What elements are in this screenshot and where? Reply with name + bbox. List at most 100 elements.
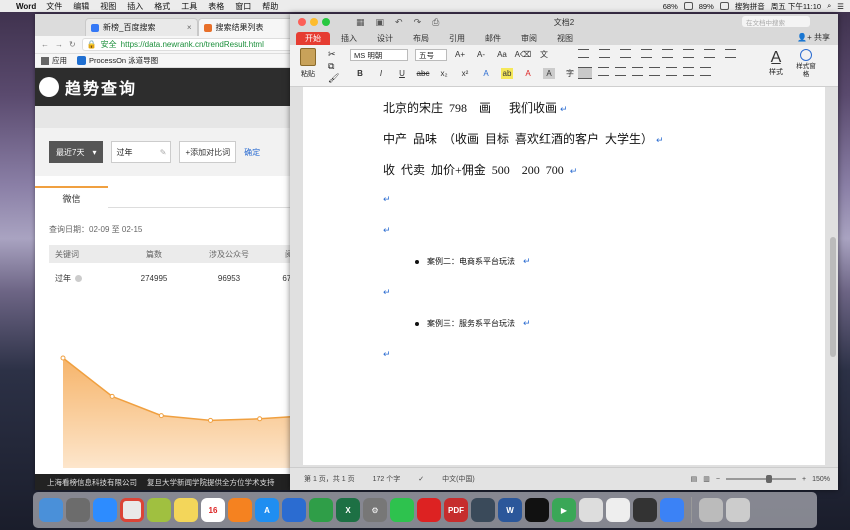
- sort-icon[interactable]: [704, 49, 715, 58]
- char-shading-icon[interactable]: A: [543, 68, 555, 79]
- app-store-icon[interactable]: A: [255, 498, 279, 522]
- format-painter-icon[interactable]: 🖌: [328, 73, 339, 84]
- print-layout-icon[interactable]: ▤: [691, 475, 698, 483]
- strikethrough-icon[interactable]: abc: [417, 68, 430, 79]
- numbering-icon[interactable]: [599, 49, 610, 58]
- doc-line-1[interactable]: 北京的宋庄 798 画 我们收画 ↵: [383, 99, 568, 116]
- finder-icon[interactable]: [39, 498, 63, 522]
- word-count[interactable]: 172 个字: [373, 474, 401, 484]
- trend-point[interactable]: [109, 393, 115, 399]
- tab-insert[interactable]: 插入: [332, 32, 366, 45]
- show-marks-icon[interactable]: [725, 49, 736, 58]
- bold-icon[interactable]: B: [354, 68, 366, 79]
- search-icon[interactable]: ⌕: [827, 1, 831, 11]
- menu-help[interactable]: 帮助: [262, 1, 278, 12]
- doc-line-2[interactable]: 中产 品味 （收画 目标 喜欢红酒的客户 大学生） ↵: [383, 130, 664, 147]
- notes-icon[interactable]: [174, 498, 198, 522]
- zoom-out-icon[interactable]: −: [716, 476, 720, 483]
- close-tab-icon[interactable]: ×: [187, 23, 192, 32]
- list-item[interactable]: 案例三：服务系平台玩法 ↵: [415, 318, 531, 329]
- empty-paragraph-mark-icon[interactable]: ↵: [383, 226, 391, 236]
- doc-search-input[interactable]: 在文档中搜索: [742, 16, 810, 27]
- tab-layout[interactable]: 布局: [404, 32, 438, 45]
- line-spacing-icon[interactable]: [666, 67, 677, 76]
- mindmap-icon[interactable]: [633, 498, 657, 522]
- distributed-icon[interactable]: [649, 67, 660, 76]
- keyword-input[interactable]: 过年 ✎: [111, 141, 172, 163]
- styles-button[interactable]: A̲ 样式: [764, 49, 788, 77]
- menu-window[interactable]: 窗口: [235, 1, 251, 12]
- confirm-link[interactable]: 确定: [244, 147, 260, 158]
- launchpad-icon[interactable]: [66, 498, 90, 522]
- menu-edit[interactable]: 编辑: [73, 1, 89, 12]
- bookmark-apps[interactable]: 应用: [41, 55, 67, 66]
- borders-icon[interactable]: [700, 67, 711, 76]
- download-folder-icon[interactable]: [699, 498, 723, 522]
- system-preferences-icon[interactable]: ⚙: [363, 498, 387, 522]
- vertical-scrollbar[interactable]: [830, 87, 836, 457]
- netease-music-icon[interactable]: [417, 498, 441, 522]
- text-effects-icon[interactable]: A: [480, 68, 492, 79]
- doc-line-3[interactable]: 收 代卖 加价+佣金 500 200 700 ↵: [383, 161, 577, 178]
- menu-file[interactable]: 文件: [46, 1, 62, 12]
- proofing-icon[interactable]: ✓: [418, 475, 424, 483]
- site-logo-icon[interactable]: [39, 77, 59, 97]
- zoom-level[interactable]: 150%: [812, 476, 830, 483]
- empty-paragraph-mark-icon[interactable]: ↵: [383, 195, 391, 205]
- media-player-icon[interactable]: ▶: [552, 498, 576, 522]
- pdf-reader-icon[interactable]: PDF: [444, 498, 468, 522]
- clock[interactable]: 周五 下午11:10: [771, 1, 821, 12]
- multilevel-list-icon[interactable]: [620, 49, 631, 58]
- align-center-icon[interactable]: [598, 67, 609, 76]
- menu-view[interactable]: 视图: [100, 1, 116, 12]
- url-field[interactable]: 🔒 安全 https://data.newrank.cn/trendResult…: [81, 38, 304, 51]
- input-method[interactable]: 搜狗拼音: [735, 1, 765, 12]
- tab-view[interactable]: 视图: [548, 32, 582, 45]
- bookmark-processon[interactable]: ProcessOn 泳道导图: [77, 55, 158, 66]
- font-size-select[interactable]: 五号: [415, 49, 447, 61]
- share-button[interactable]: 👤+ 共享: [797, 32, 830, 43]
- menu-list-icon[interactable]: ☰: [837, 2, 844, 11]
- add-compare-button[interactable]: + 添加对比词: [179, 141, 237, 163]
- empty-paragraph-mark-icon[interactable]: ↵: [383, 350, 391, 360]
- reload-icon[interactable]: ↻: [69, 40, 76, 49]
- books-icon[interactable]: [228, 498, 252, 522]
- language[interactable]: 中文(中国): [442, 474, 475, 484]
- superscript-icon[interactable]: x²: [459, 68, 471, 79]
- tab-references[interactable]: 引用: [440, 32, 474, 45]
- photos-icon[interactable]: [147, 498, 171, 522]
- web-layout-icon[interactable]: ▥: [703, 475, 710, 483]
- align-right-icon[interactable]: [615, 67, 626, 76]
- preview-icon[interactable]: [606, 498, 630, 522]
- tab-home[interactable]: 开始: [296, 32, 330, 45]
- empty-paragraph-mark-icon[interactable]: ↵: [383, 288, 391, 298]
- shrink-font-icon[interactable]: A-: [475, 49, 487, 60]
- italic-icon[interactable]: I: [375, 68, 387, 79]
- document-page[interactable]: 北京的宋庄 798 画 我们收画 ↵ 中产 品味 （收画 目标 喜欢红酒的客户 …: [303, 87, 825, 465]
- tab-mailings[interactable]: 邮件: [476, 32, 510, 45]
- tower-icon[interactable]: [282, 498, 306, 522]
- menu-format[interactable]: 格式: [154, 1, 170, 12]
- forward-icon[interactable]: →: [55, 40, 63, 49]
- font-name-select[interactable]: MS 明朝: [350, 49, 408, 61]
- menu-table[interactable]: 表格: [208, 1, 224, 12]
- font-color-icon[interactable]: A: [522, 68, 534, 79]
- list-item[interactable]: 案例二：电商系平台玩法 ↵: [415, 256, 531, 267]
- shading-icon[interactable]: [683, 67, 694, 76]
- enclose-char-icon[interactable]: 字: [564, 68, 576, 79]
- paste-button[interactable]: 粘贴: [298, 48, 318, 79]
- menu-tools[interactable]: 工具: [181, 1, 197, 12]
- phonetic-guide-icon[interactable]: 文: [538, 49, 550, 60]
- zoom-slider[interactable]: [726, 475, 796, 483]
- wechat-icon[interactable]: [390, 498, 414, 522]
- subscript-icon[interactable]: x₂: [438, 68, 450, 79]
- zoom-in-icon[interactable]: +: [802, 476, 806, 483]
- qq-icon[interactable]: [525, 498, 549, 522]
- tab-design[interactable]: 设计: [368, 32, 402, 45]
- justify-icon[interactable]: [632, 67, 643, 76]
- back-icon[interactable]: ←: [41, 40, 49, 49]
- bullets-icon[interactable]: [578, 49, 589, 58]
- quicktime-icon[interactable]: [471, 498, 495, 522]
- increase-indent-icon[interactable]: [662, 49, 673, 58]
- wifi-icon[interactable]: [683, 2, 693, 10]
